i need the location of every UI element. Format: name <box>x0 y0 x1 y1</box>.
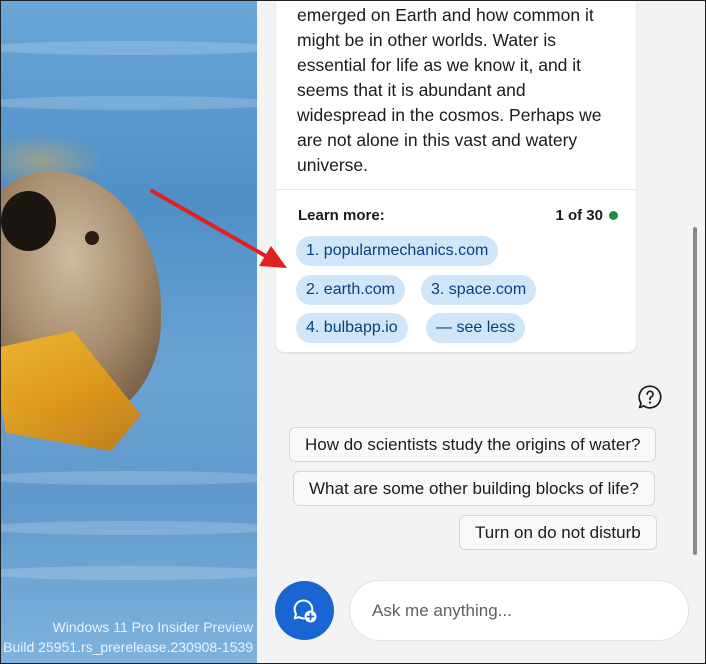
suggestion-origins-of-water[interactable]: How do scientists study the origins of w… <box>289 427 657 462</box>
copilot-pane: emerged on Earth and how common it might… <box>257 1 705 663</box>
response-text: emerged on Earth and how common it might… <box>297 5 602 175</box>
pager-count: 1 of 30 <box>555 207 603 224</box>
suggestion-do-not-disturb[interactable]: Turn on do not disturb <box>459 515 657 550</box>
question-bubble-icon[interactable] <box>637 384 663 410</box>
watermark-build: Build 25951.rs_prerelease.230908-1539 <box>3 639 253 655</box>
water-ripple <box>1 566 257 580</box>
screenshot-frame: Windows 11 Pro Insider Preview Build 259… <box>0 0 706 664</box>
response-pager: 1 of 30 <box>555 207 618 224</box>
watermark-edition: Windows 11 Pro Insider Preview <box>52 619 253 635</box>
ask-input[interactable] <box>349 580 689 641</box>
otter-nose <box>1 191 56 251</box>
source-chip-space[interactable]: 3. space.com <box>421 275 537 305</box>
water-ripple <box>1 96 257 110</box>
water-ripple <box>1 41 257 55</box>
see-less-chip[interactable]: — see less <box>426 313 526 343</box>
new-chat-icon <box>293 598 316 622</box>
card-divider <box>276 189 636 190</box>
response-card: emerged on Earth and how common it might… <box>276 1 636 352</box>
pane-scrollbar[interactable] <box>693 227 697 555</box>
suggestion-building-blocks[interactable]: What are some other building blocks of l… <box>293 471 655 506</box>
windows-watermark: Windows 11 Pro Insider Preview Build 259… <box>1 617 257 657</box>
desktop-wallpaper: Windows 11 Pro Insider Preview Build 259… <box>1 1 257 663</box>
new-chat-button[interactable] <box>275 581 334 640</box>
water-ripple <box>1 471 257 485</box>
source-chip-earth[interactable]: 2. earth.com <box>296 275 405 305</box>
water-ripple <box>1 521 257 535</box>
source-chip-bulbapp[interactable]: 4. bulbapp.io <box>296 313 408 343</box>
status-dot-icon <box>609 211 618 220</box>
learn-more-label: Learn more: <box>298 207 385 224</box>
otter-eye <box>85 231 99 245</box>
source-chip-popularmechanics[interactable]: 1. popularmechanics.com <box>296 236 499 266</box>
